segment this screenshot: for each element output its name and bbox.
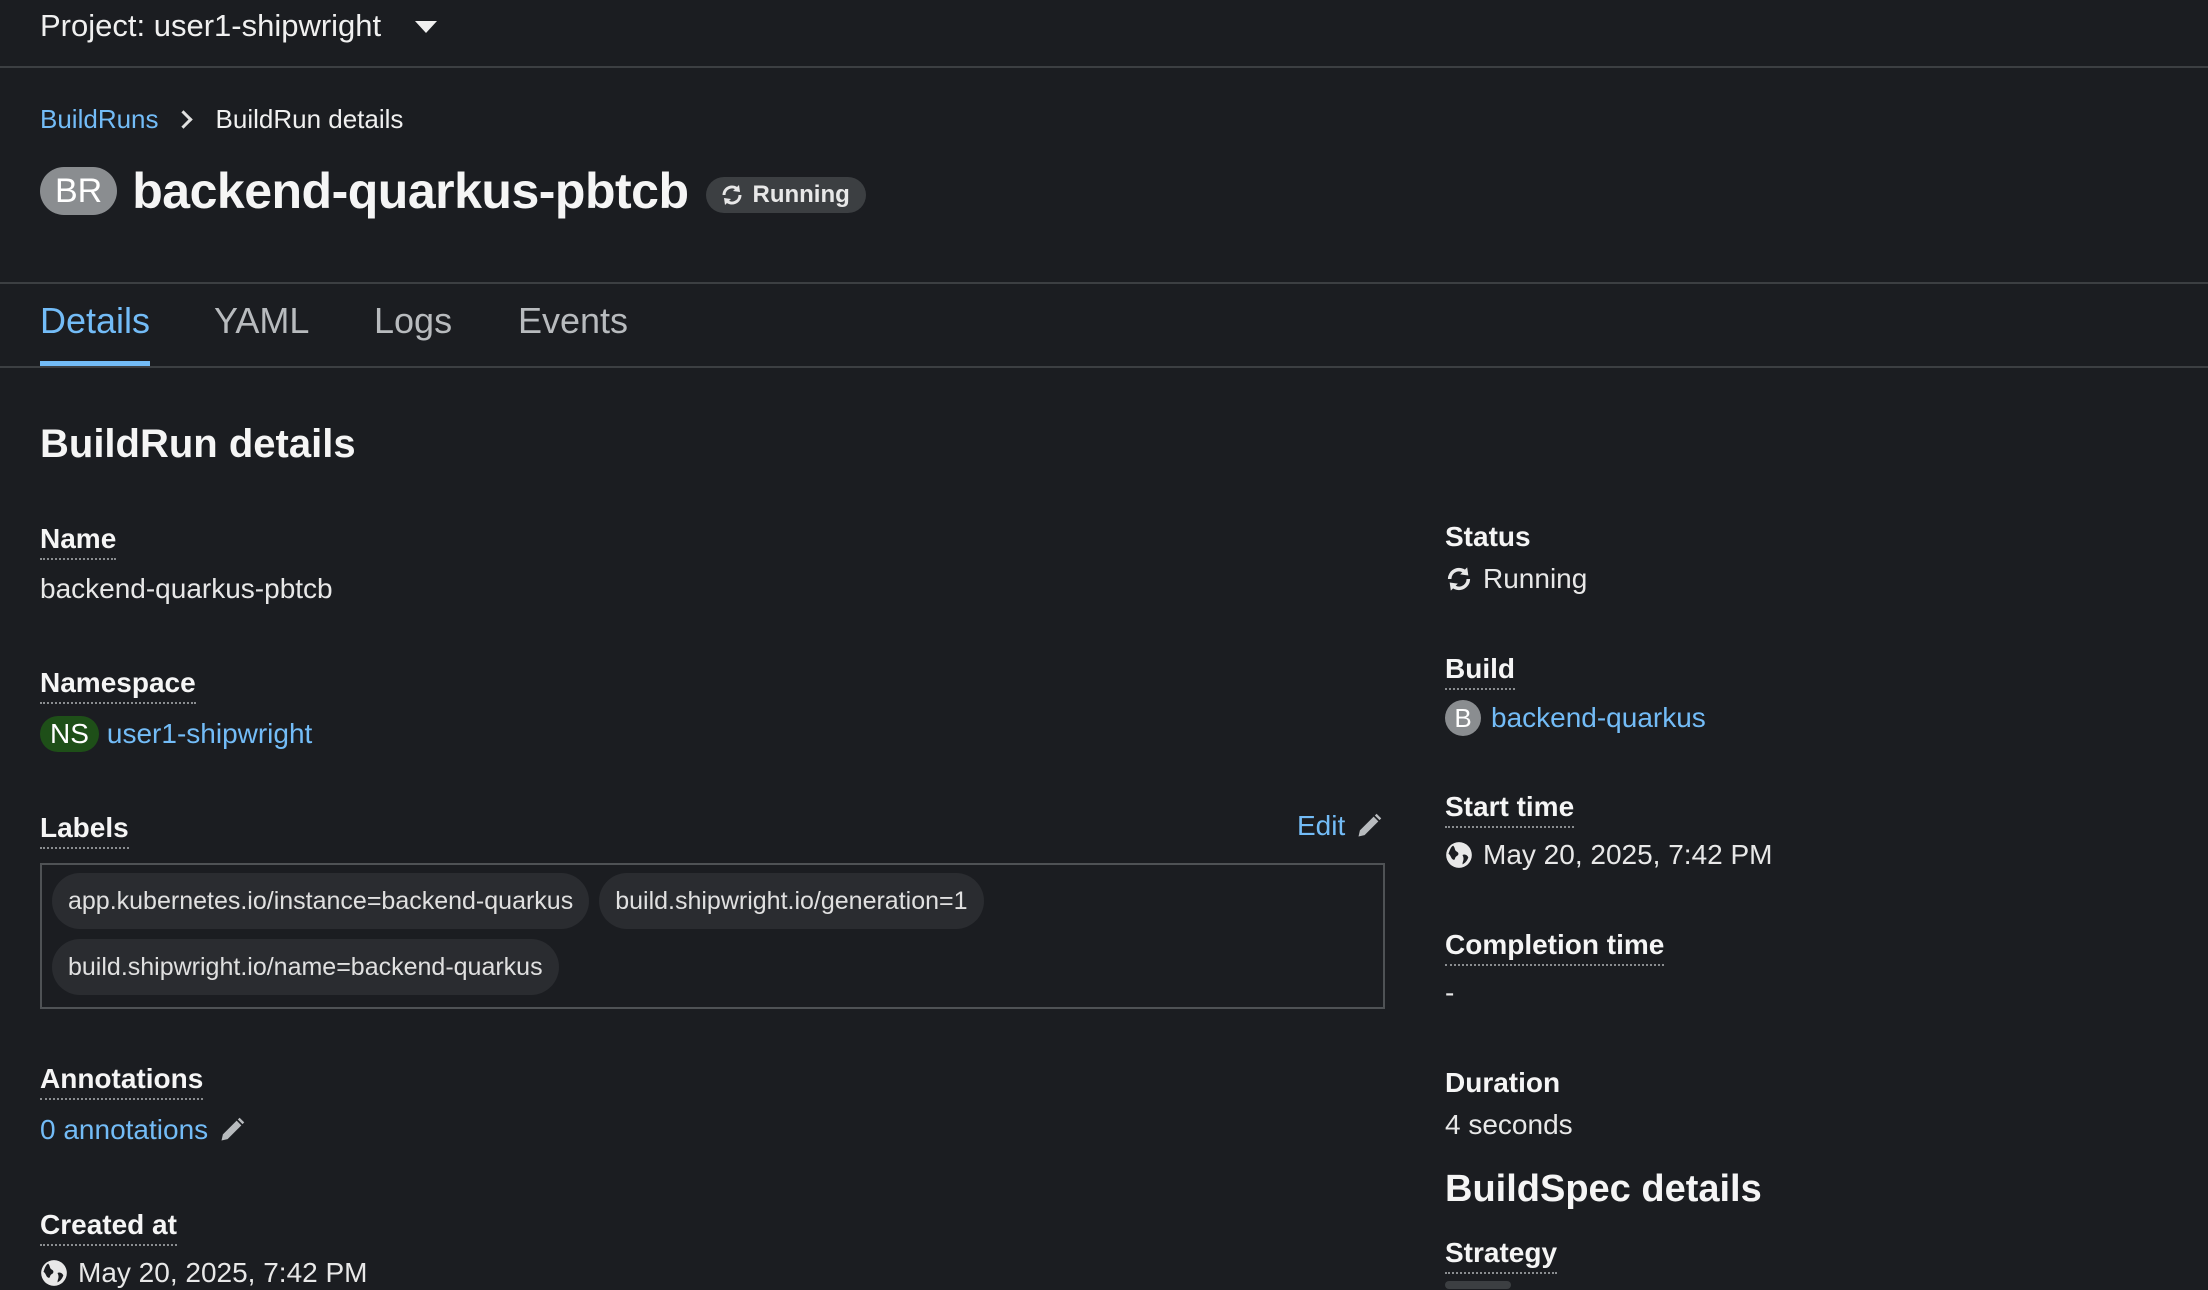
page-heading: BR backend-quarkus-pbtcb Running	[40, 162, 866, 220]
breadcrumb-current: BuildRun details	[215, 104, 404, 134]
pencil-icon	[1358, 813, 1382, 837]
buildspec-section-title: BuildSpec details	[1445, 1168, 1762, 1210]
globe-icon	[41, 1260, 67, 1286]
name-value-text: backend-quarkus-pbtcb	[40, 573, 333, 604]
labels-list: app.kubernetes.io/instance=backend-quark…	[40, 863, 1385, 1009]
globe-icon	[1446, 842, 1472, 868]
status-value: Running	[1445, 562, 1587, 596]
section-title: BuildRun details	[40, 422, 356, 466]
annotations-term[interactable]: Annotations	[40, 1062, 204, 1100]
edit-labels-button[interactable]: Edit	[1297, 810, 1383, 842]
namespace-link[interactable]: user1-shipwright	[107, 717, 312, 751]
build-term[interactable]: Build	[1445, 652, 1515, 690]
strategy-badge	[1445, 1281, 1511, 1289]
tab-yaml[interactable]: YAML	[214, 300, 309, 350]
tab-logs[interactable]: Logs	[374, 300, 452, 350]
edit-labels-label: Edit	[1297, 810, 1346, 841]
sync-icon	[1447, 567, 1471, 591]
completion-time-value: -	[1445, 976, 1454, 1010]
label-chip[interactable]: app.kubernetes.io/instance=backend-quark…	[52, 873, 590, 929]
build-link[interactable]: backend-quarkus	[1491, 701, 1706, 735]
status-term: Status	[1445, 521, 1531, 552]
annotations-link[interactable]: 0 annotations	[40, 1113, 208, 1147]
tab-events[interactable]: Events	[518, 300, 628, 350]
project-bar: Project: user1-shipwright	[0, 0, 2208, 68]
name-term[interactable]: Name	[40, 522, 117, 560]
created-at-value: May 20, 2025, 7:42 PM	[40, 1256, 368, 1290]
resource-type-badge: BR	[40, 167, 118, 215]
duration-value: 4 seconds	[1445, 1108, 1573, 1142]
sync-icon	[722, 185, 742, 205]
build-badge: B	[1445, 700, 1481, 736]
status-value-text: Running	[1483, 563, 1588, 594]
namespace-badge: NS	[40, 716, 99, 752]
created-at-text: May 20, 2025, 7:42 PM	[78, 1257, 368, 1288]
breadcrumb-buildruns-link[interactable]: BuildRuns	[40, 104, 159, 135]
label-chip[interactable]: build.shipwright.io/generation=1	[599, 873, 984, 929]
start-time-text: May 20, 2025, 7:42 PM	[1483, 839, 1773, 870]
duration-term: Duration	[1445, 1067, 1561, 1098]
breadcrumb: BuildRuns BuildRun details	[40, 104, 403, 135]
build-value: B backend-quarkus	[1445, 700, 1706, 736]
namespace-term[interactable]: Namespace	[40, 666, 196, 704]
labels-term[interactable]: Labels	[40, 811, 129, 849]
tab-bar: Details YAML Logs Events	[0, 282, 2208, 368]
created-at-term[interactable]: Created at	[40, 1208, 177, 1246]
chevron-right-icon	[173, 110, 193, 129]
start-time-term[interactable]: Start time	[1445, 790, 1575, 828]
completion-time-text: -	[1445, 977, 1455, 1008]
label-chip[interactable]: build.shipwright.io/name=backend-quarkus	[52, 939, 559, 995]
annotations-value: 0 annotations	[40, 1113, 246, 1147]
completion-time-term[interactable]: Completion time	[1445, 928, 1665, 966]
start-time-value: May 20, 2025, 7:42 PM	[1445, 838, 1773, 872]
strategy-term[interactable]: Strategy	[1445, 1236, 1558, 1274]
namespace-value: NS user1-shipwright	[40, 716, 312, 752]
pencil-icon[interactable]	[218, 1116, 246, 1144]
status-badge: Running	[706, 177, 866, 213]
project-selector[interactable]: Project: user1-shipwright	[40, 6, 438, 46]
project-label: Project: user1-shipwright	[40, 8, 382, 43]
duration-text: 4 seconds	[1445, 1109, 1573, 1140]
name-value: backend-quarkus-pbtcb	[40, 572, 333, 606]
page-title: backend-quarkus-pbtcb	[132, 163, 689, 219]
caret-down-icon	[415, 21, 438, 33]
status-badge-label: Running	[752, 181, 850, 208]
tab-details[interactable]: Details	[40, 300, 151, 366]
